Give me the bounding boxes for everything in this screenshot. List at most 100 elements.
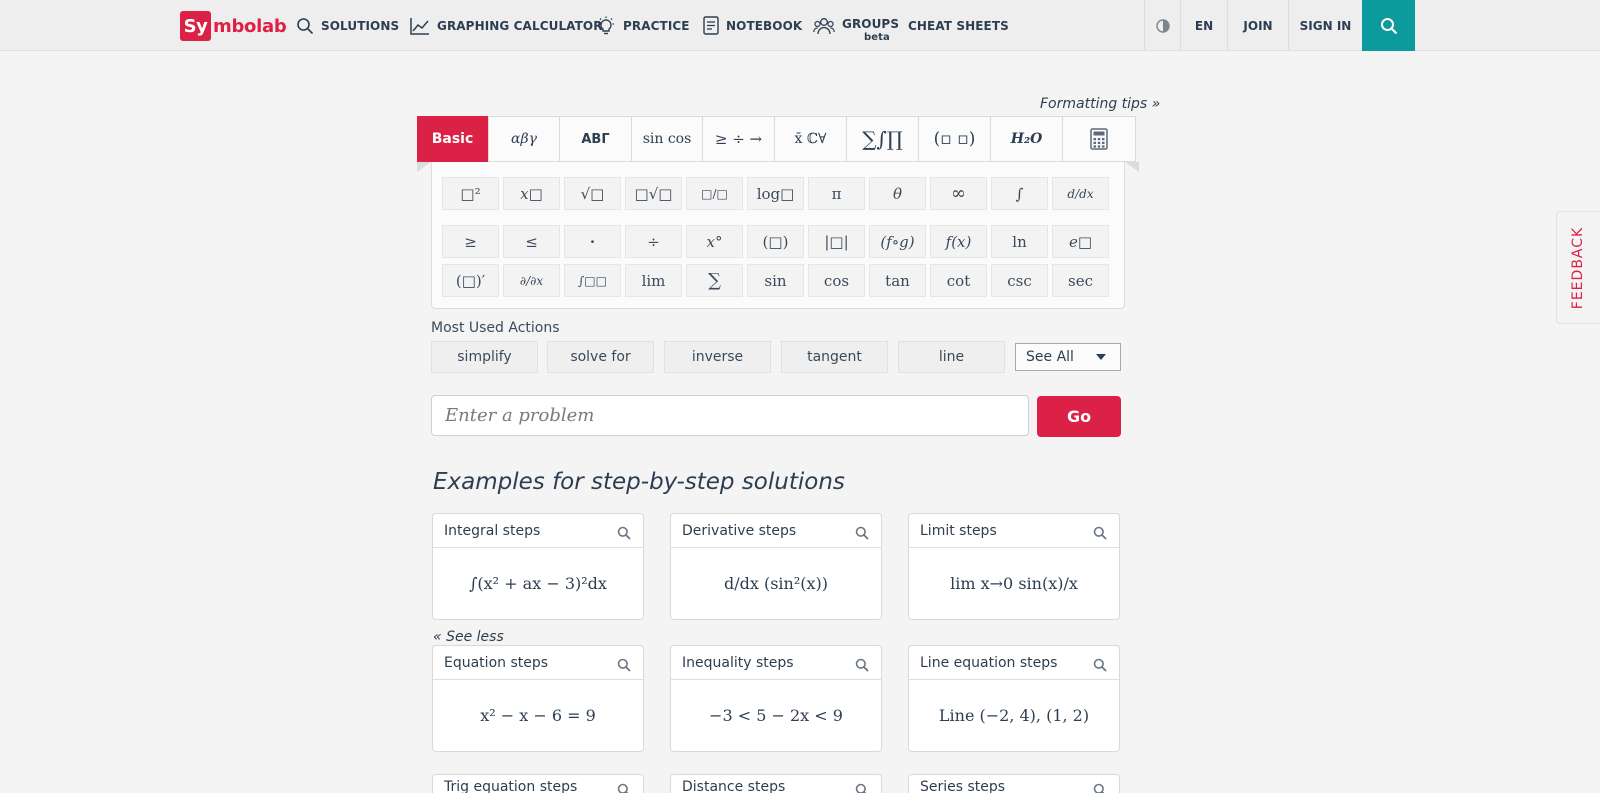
example-card-series[interactable]: Series steps <box>908 774 1120 793</box>
groups-icon <box>813 17 835 34</box>
key-sin[interactable]: sin <box>747 264 804 297</box>
tab-operators[interactable]: ≥ ÷ → <box>703 117 775 161</box>
nav-notebook-label: NOTEBOOK <box>726 18 803 33</box>
key-definite-integral[interactable]: ∫□□ <box>564 264 621 297</box>
formatting-tips-link[interactable]: Formatting tips » <box>1040 96 1160 112</box>
key-integral[interactable]: ∫ <box>991 177 1048 210</box>
key-geq[interactable]: ≥ <box>442 225 499 258</box>
search-icon <box>617 658 631 672</box>
example-card-distance[interactable]: Distance steps <box>670 774 882 793</box>
example-card-title: Derivative steps <box>682 522 797 539</box>
key-sum[interactable]: ∑ <box>686 264 743 297</box>
key-prime[interactable]: (□)′ <box>442 264 499 297</box>
example-card-title: Inequality steps <box>682 654 794 671</box>
logo-badge: Sy <box>180 11 211 41</box>
tab-calculus[interactable]: ∑∫∏ <box>847 117 919 161</box>
key-power[interactable]: x□ <box>503 177 560 210</box>
example-card-inequality[interactable]: Inequality steps −3 < 5 − 2x < 9 <box>670 645 882 752</box>
key-theta[interactable]: θ <box>869 177 926 210</box>
nav-solutions[interactable]: SOLUTIONS <box>296 0 399 51</box>
example-card-equation[interactable]: Equation steps x² − x − 6 = 9 <box>432 645 644 752</box>
problem-input[interactable] <box>431 395 1029 436</box>
tab-basic[interactable]: Basic <box>417 116 489 162</box>
key-leq[interactable]: ≤ <box>503 225 560 258</box>
sign-in-button[interactable]: SIGN IN <box>1288 0 1362 51</box>
example-card-header: Inequality steps <box>671 646 881 680</box>
graph-icon <box>410 17 429 35</box>
action-tangent[interactable]: tangent <box>781 341 888 373</box>
key-csc[interactable]: csc <box>991 264 1048 297</box>
nav-graphing-calculator[interactable]: GRAPHING CALCULATOR <box>410 0 603 51</box>
tab-matrices[interactable]: (▫ ▫) <box>919 117 991 161</box>
key-abs[interactable]: |□| <box>808 225 865 258</box>
example-expression: Line (−2, 4), (1, 2) <box>938 706 1090 725</box>
header-search-button[interactable] <box>1362 0 1415 51</box>
most-used-actions-label: Most Used Actions <box>431 320 560 336</box>
join-button[interactable]: JOIN <box>1227 0 1288 51</box>
example-expression: −3 < 5 − 2x < 9 <box>709 706 843 725</box>
go-button[interactable]: Go <box>1037 396 1121 437</box>
action-line[interactable]: line <box>898 341 1005 373</box>
key-dot[interactable]: · <box>564 225 621 258</box>
example-card-title: Equation steps <box>444 654 549 671</box>
key-square[interactable]: □² <box>442 177 499 210</box>
tab-greek-upper[interactable]: ΑΒΓ <box>560 117 632 161</box>
nav-practice[interactable]: PRACTICE <box>596 0 690 51</box>
action-solve-for[interactable]: solve for <box>547 341 654 373</box>
key-pi[interactable]: π <box>808 177 865 210</box>
key-derivative[interactable]: d/dx <box>1052 177 1109 210</box>
key-degree[interactable]: x° <box>686 225 743 258</box>
action-inverse[interactable]: inverse <box>664 341 771 373</box>
example-card-title: Integral steps <box>444 522 541 539</box>
key-cos[interactable]: cos <box>808 264 865 297</box>
example-card-header: Trig equation steps <box>433 775 643 793</box>
feedback-tab[interactable]: FEEDBACK <box>1556 211 1600 324</box>
example-card-line-equation[interactable]: Line equation steps Line (−2, 4), (1, 2) <box>908 645 1120 752</box>
key-infinity[interactable]: ∞ <box>930 177 987 210</box>
nav-cheat-sheets[interactable]: CHEAT SHEETS <box>908 0 1009 51</box>
example-card-trig-equation[interactable]: Trig equation steps <box>432 774 644 793</box>
key-parentheses[interactable]: (□) <box>747 225 804 258</box>
see-less-link[interactable]: « See less <box>433 629 504 645</box>
key-partial[interactable]: ∂/∂x <box>503 264 560 297</box>
key-sqrt[interactable]: √□ <box>564 177 621 210</box>
key-divide[interactable]: ÷ <box>625 225 682 258</box>
search-icon <box>855 783 867 793</box>
nav-groups[interactable]: GROUPS beta <box>813 0 899 51</box>
key-cot[interactable]: cot <box>930 264 987 297</box>
search-icon <box>1093 658 1107 672</box>
example-card-limit[interactable]: Limit steps lim x→0 sin(x)/x <box>908 513 1120 620</box>
beta-badge: beta <box>864 31 890 43</box>
key-tan[interactable]: tan <box>869 264 926 297</box>
search-icon <box>1093 783 1105 793</box>
tab-sets[interactable]: x̄ ℂ∀ <box>775 117 847 161</box>
nav-solutions-label: SOLUTIONS <box>321 18 400 33</box>
example-card-derivative[interactable]: Derivative steps d/dx (sin²(x)) <box>670 513 882 620</box>
search-icon <box>617 526 631 540</box>
see-all-dropdown[interactable]: See All <box>1015 343 1121 371</box>
example-card-header: Limit steps <box>909 514 1119 548</box>
key-composition[interactable]: (f∘g) <box>869 225 926 258</box>
tab-chemistry[interactable]: H₂O <box>991 117 1063 161</box>
key-sec[interactable]: sec <box>1052 264 1109 297</box>
key-nth-root[interactable]: □√□ <box>625 177 682 210</box>
key-function[interactable]: f(x) <box>930 225 987 258</box>
contrast-toggle[interactable] <box>1144 0 1180 51</box>
key-fraction[interactable]: □/□ <box>686 177 743 210</box>
key-log[interactable]: log□ <box>747 177 804 210</box>
nav-notebook[interactable]: NOTEBOOK <box>703 0 802 51</box>
example-card-header: Series steps <box>909 775 1119 793</box>
caret-down-icon <box>1096 354 1106 360</box>
tab-trig[interactable]: sin cos <box>632 117 703 161</box>
action-simplify[interactable]: simplify <box>431 341 538 373</box>
tab-greek-lower[interactable]: αβγ <box>489 117 560 161</box>
symbolab-logo[interactable]: Sy mbolab <box>180 11 287 41</box>
tab-calculator[interactable] <box>1063 117 1135 161</box>
key-ln[interactable]: ln <box>991 225 1048 258</box>
key-limit[interactable]: lim <box>625 264 682 297</box>
key-exp[interactable]: e□ <box>1052 225 1109 258</box>
example-card-integral[interactable]: Integral steps ∫(x² + ax − 3)²dx <box>432 513 644 620</box>
language-selector[interactable]: EN <box>1180 0 1227 51</box>
nav-practice-label: PRACTICE <box>623 18 690 33</box>
example-expression: ∫(x² + ax − 3)²dx <box>469 574 607 593</box>
